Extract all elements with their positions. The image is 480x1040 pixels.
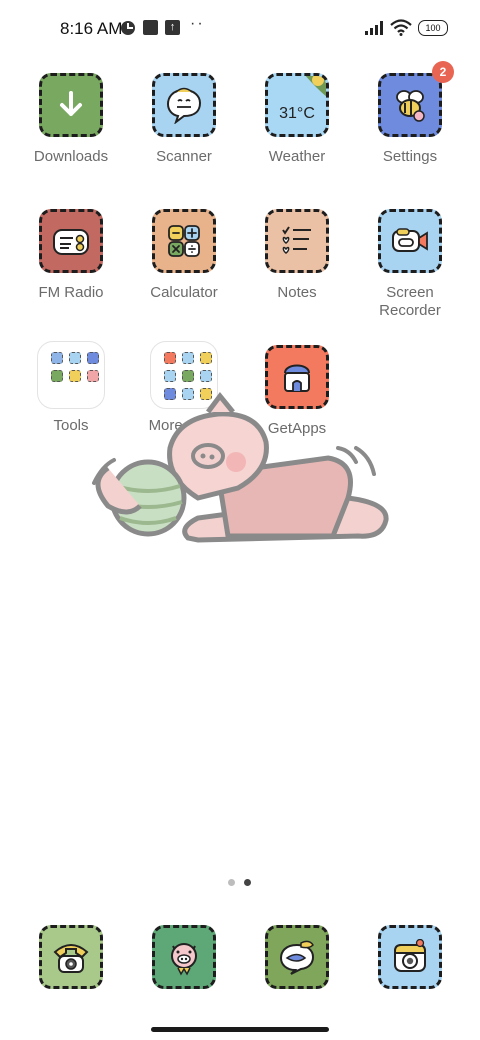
wifi-icon	[390, 19, 412, 36]
mini-app-icon	[87, 352, 99, 364]
dock-camera[interactable]	[354, 925, 466, 989]
upload-notification-icon: ↑	[165, 19, 180, 36]
battery-icon: 100	[418, 20, 448, 36]
app-calculator[interactable]: Calculator	[128, 209, 240, 302]
mini-app-icon	[200, 352, 212, 364]
mini-app-icon	[182, 352, 194, 364]
page-dot[interactable]	[228, 879, 235, 886]
app-notes[interactable]: Notes	[241, 209, 353, 302]
app-label: Calculator	[150, 284, 218, 301]
mini-app-icon	[164, 352, 176, 364]
notification-badge: 2	[432, 61, 454, 83]
app-label-line1: Screen	[386, 284, 434, 301]
bee-gear-icon: 2	[378, 61, 454, 137]
app-label: Scanner	[156, 148, 212, 165]
app-weather[interactable]: 31°C Weather	[241, 73, 353, 166]
app-screen-recorder[interactable]: Screen Recorder	[354, 209, 466, 320]
download-arrow-icon	[39, 73, 103, 137]
app-label: Weather	[268, 148, 326, 165]
square-notification-icon	[143, 19, 158, 36]
mini-app-icon	[69, 370, 81, 382]
app-label-line2: Recorder	[379, 302, 441, 319]
weather-temp: 31°C	[279, 105, 315, 122]
calculator-icon	[152, 209, 216, 273]
status-time: 8:16 AM	[60, 19, 123, 38]
dock-browser[interactable]	[241, 925, 353, 989]
telephone-icon	[39, 925, 103, 989]
camera-icon	[378, 925, 442, 989]
notes-list-icon	[265, 209, 329, 273]
scanner-chat-icon	[152, 73, 216, 137]
dock-phone[interactable]	[15, 925, 127, 989]
video-camera-icon	[378, 209, 442, 273]
status-bar: 8:16 AM ↑ ·· 100	[0, 0, 480, 56]
pig-face-icon	[152, 925, 216, 989]
mini-app-icon	[51, 352, 63, 364]
pig-wallpaper-illustration	[92, 391, 389, 543]
app-settings[interactable]: 2 Settings	[354, 61, 466, 166]
signal-icon	[364, 19, 386, 36]
page-indicator	[228, 879, 251, 886]
mini-app-icon	[51, 370, 63, 382]
app-label: Notes	[277, 284, 317, 301]
chat-bubble-icon	[265, 925, 329, 989]
app-label: Screen Recorder	[354, 284, 466, 320]
data-saver-icon	[120, 19, 136, 36]
app-downloads[interactable]: Downloads	[15, 73, 127, 166]
home-indicator-bar[interactable]	[151, 1027, 329, 1032]
more-dots-icon: ··	[190, 14, 205, 32]
app-scanner[interactable]: Scanner	[128, 73, 240, 166]
page-dot-active[interactable]	[244, 879, 251, 886]
app-label: FM Radio	[38, 284, 104, 301]
mini-app-icon	[69, 352, 81, 364]
weather-temp-icon: 31°C	[265, 73, 329, 137]
app-label: Settings	[382, 148, 438, 165]
app-label: Downloads	[33, 148, 109, 165]
app-fm-radio[interactable]: FM Radio	[15, 209, 127, 302]
dock-messages[interactable]	[128, 925, 240, 989]
radio-icon	[39, 209, 103, 273]
